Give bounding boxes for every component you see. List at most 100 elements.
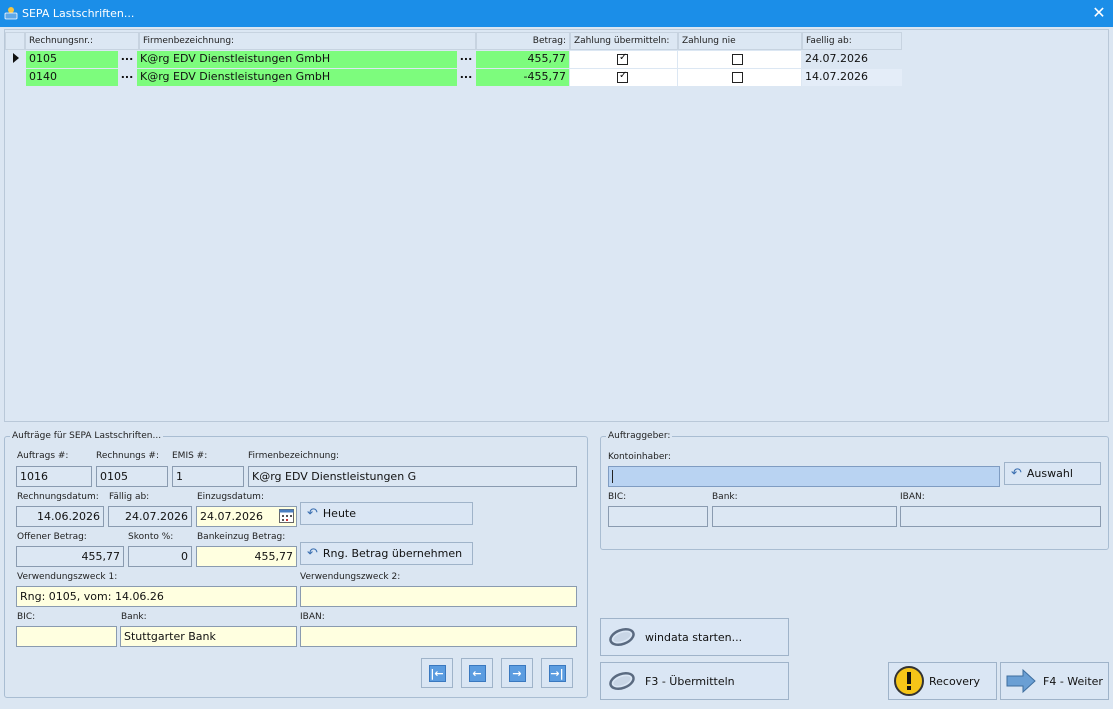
firmenbezeichnung-field[interactable]: K@rg EDV Dienstleistungen G — [248, 466, 577, 487]
lookup-firma-button[interactable]: ... — [457, 69, 475, 86]
first-icon: |← — [428, 664, 446, 682]
table-cell-rechnungsnr[interactable]: 0105 — [26, 51, 118, 68]
header-faellig-ab[interactable]: Faellig ab: — [802, 32, 902, 50]
faellig-ab-field[interactable]: 24.07.2026 — [108, 506, 192, 527]
iban-field[interactable] — [300, 626, 577, 647]
warning-icon — [894, 666, 924, 696]
label-iban: IBAN: — [300, 612, 325, 622]
weiter-button[interactable]: F4 - Weiter — [1000, 662, 1109, 700]
table-cell-betrag[interactable]: -455,77 — [476, 69, 569, 86]
sepa-app-icon — [4, 7, 18, 20]
first-record-button[interactable]: |← — [421, 658, 453, 688]
checkbox-zahlung-nie[interactable] — [732, 54, 743, 65]
label-faellig-ab: Fällig ab: — [109, 492, 150, 502]
title-bar: SEPA Lastschriften... ✕ — [0, 0, 1113, 27]
window-title: SEPA Lastschriften... — [22, 7, 135, 20]
uebermitteln-button-label: F3 - Übermitteln — [645, 674, 735, 688]
label-offener-betrag: Offener Betrag: — [17, 532, 87, 542]
arrow-right-icon — [1006, 668, 1036, 694]
uebermitteln-button[interactable]: F3 - Übermitteln — [600, 662, 789, 700]
lookup-firma-button[interactable]: ... — [457, 51, 475, 68]
undo-icon: ↶ — [1011, 466, 1022, 481]
text-cursor — [612, 470, 613, 483]
auftrags-nr-field[interactable]: 1016 — [16, 466, 92, 487]
lookup-rechnung-button[interactable]: ... — [118, 69, 136, 86]
header-zahlung-nie[interactable]: Zahlung nie — [678, 32, 802, 50]
label-auftraggeber-bank: Bank: — [712, 492, 738, 502]
rechnungs-nr-field[interactable]: 0105 — [96, 466, 168, 487]
auftraggeber-group-title: Auftraggeber: — [606, 431, 673, 441]
header-rechnungsnr[interactable]: Rechnungsnr.: — [25, 32, 139, 50]
auftraege-group-title: Aufträge für SEPA Lastschriften... — [10, 431, 164, 441]
table-cell-faellig[interactable]: 14.07.2026 — [802, 69, 902, 86]
heute-button[interactable]: ↶ Heute — [300, 502, 473, 525]
close-icon[interactable]: ✕ — [1090, 4, 1108, 22]
label-bank: Bank: — [121, 612, 147, 622]
verwendungszweck-1-field[interactable]: Rng: 0105, vom: 14.06.26 — [16, 586, 297, 607]
label-kontoinhaber: Kontoinhaber: — [608, 452, 671, 462]
auftraggeber-bic-field[interactable] — [608, 506, 708, 527]
auftraggeber-iban-field[interactable] — [900, 506, 1101, 527]
undo-icon: ↶ — [307, 506, 318, 521]
checkbox-uebermitteln[interactable]: ✓ — [617, 70, 628, 83]
checkbox-uebermitteln[interactable]: ✓ — [617, 52, 628, 65]
lookup-rechnung-button[interactable]: ... — [118, 51, 136, 68]
kontoinhaber-field[interactable] — [608, 466, 1000, 487]
rng-betrag-button-label: Rng. Betrag übernehmen — [322, 547, 463, 560]
weiter-button-label: F4 - Weiter — [1043, 674, 1103, 688]
calendar-icon[interactable] — [279, 509, 294, 523]
label-bic: BIC: — [17, 612, 36, 622]
label-verwendungszweck-2: Verwendungszweck 2: — [300, 572, 401, 582]
last-record-button[interactable]: →| — [541, 658, 573, 688]
header-firmenbezeichnung[interactable]: Firmenbezeichnung: — [139, 32, 476, 50]
rechnungsdatum-field[interactable]: 14.06.2026 — [16, 506, 104, 527]
last-icon: →| — [548, 664, 566, 682]
previous-record-button[interactable]: ← — [461, 658, 493, 688]
header-betrag[interactable]: Betrag: — [476, 32, 570, 50]
label-verwendungszweck-1: Verwendungszweck 1: — [17, 572, 118, 582]
check-icon: ✓ — [619, 52, 628, 63]
label-rechnungs-nr: Rechnungs #: — [96, 451, 159, 461]
label-skonto: Skonto %: — [128, 532, 174, 542]
label-emis-nr: EMIS #: — [172, 451, 208, 461]
table-cell-betrag[interactable]: 455,77 — [476, 51, 569, 68]
bank-field[interactable]: Stuttgarter Bank — [120, 626, 297, 647]
label-firmenbezeichnung: Firmenbezeichnung: — [248, 451, 340, 461]
bic-field[interactable] — [16, 626, 117, 647]
windata-starten-button[interactable]: windata starten... — [600, 618, 789, 656]
next-record-button[interactable]: → — [501, 658, 533, 688]
emis-nr-field[interactable]: 1 — [172, 466, 244, 487]
windata-button-label: windata starten... — [645, 630, 743, 644]
arrow-right-icon: → — [508, 664, 526, 682]
auftraggeber-bank-field[interactable] — [712, 506, 897, 527]
auswahl-button[interactable]: ↶ Auswahl — [1004, 462, 1101, 485]
heute-button-label: Heute — [322, 507, 356, 520]
label-auftrags-nr: Auftrags #: — [17, 451, 69, 461]
label-bankeinzug-betrag: Bankeinzug Betrag: — [197, 532, 286, 542]
bankeinzug-betrag-field[interactable]: 455,77 — [196, 546, 297, 567]
sepa-grid[interactable]: Rechnungsnr.: Firmenbezeichnung: Betrag:… — [4, 29, 1109, 422]
offener-betrag-field[interactable]: 455,77 — [16, 546, 124, 567]
recovery-button[interactable]: Recovery — [888, 662, 997, 700]
table-cell-rechnungsnr[interactable]: 0140 — [26, 69, 118, 86]
label-rechnungsdatum: Rechnungsdatum: — [17, 492, 99, 502]
label-auftraggeber-bic: BIC: — [608, 492, 627, 502]
table-cell-firma[interactable]: K@rg EDV Dienstleistungen GmbH — [137, 51, 457, 68]
current-row-indicator — [13, 53, 19, 63]
rng-betrag-uebernehmen-button[interactable]: ↶ Rng. Betrag übernehmen — [300, 542, 473, 565]
verwendungszweck-2-field[interactable] — [300, 586, 577, 607]
label-einzugsdatum: Einzugsdatum: — [197, 492, 264, 502]
label-auftraggeber-iban: IBAN: — [900, 492, 925, 502]
skonto-field[interactable]: 0 — [128, 546, 192, 567]
windata-icon — [609, 627, 635, 647]
header-zahlung-uebermitteln[interactable]: Zahlung übermitteln: — [570, 32, 678, 50]
grid-corner — [5, 32, 25, 50]
table-cell-firma[interactable]: K@rg EDV Dienstleistungen GmbH — [137, 69, 457, 86]
recovery-button-label: Recovery — [929, 674, 981, 688]
arrow-left-icon: ← — [468, 664, 486, 682]
undo-icon: ↶ — [307, 546, 318, 561]
auftraggeber-group — [600, 436, 1109, 550]
table-cell-faellig[interactable]: 24.07.2026 — [802, 51, 902, 68]
checkbox-zahlung-nie[interactable] — [732, 72, 743, 83]
check-icon: ✓ — [619, 70, 628, 81]
